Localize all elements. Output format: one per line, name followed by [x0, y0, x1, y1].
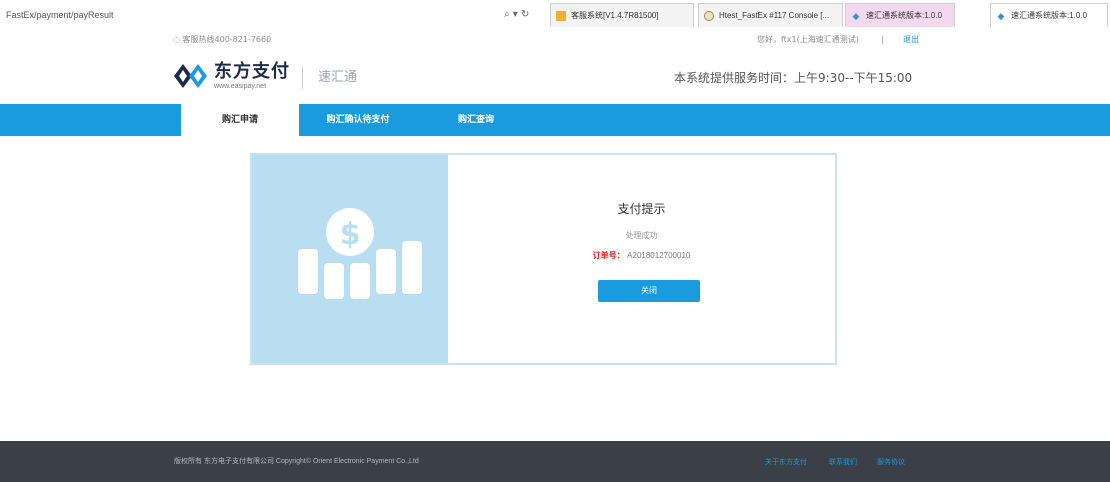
logo-text: 东方支付	[214, 61, 290, 82]
copyright-text: 版权所有 东方电子支付有限公司 Copyright© Orient Electr…	[174, 458, 419, 465]
order-number-row: 订单号： A2018012700010	[448, 250, 835, 262]
dollar-chart-icon: $	[298, 208, 422, 299]
logo-url: www.easipay.net	[214, 83, 267, 90]
utility-bar: ◌ 客服热线400-821-7660 您好，ftx1(上海速汇通测试) | 退出	[0, 30, 1110, 49]
browser-tab-kefu[interactable]: 客服系统[V1.4.7R81500]	[550, 3, 694, 27]
browser-tab-label: 速汇通系统版本:1.0.0	[1011, 11, 1088, 20]
card-title: 支付提示	[617, 202, 666, 216]
card-illustration-panel: $	[252, 155, 448, 363]
footer-link-terms[interactable]: 服务协议	[877, 456, 905, 468]
footer-link-about[interactable]: 关于东方支付	[765, 456, 807, 468]
eye-icon: ◆	[997, 11, 1005, 21]
folder-icon	[556, 11, 566, 21]
site-footer: 版权所有 东方电子支付有限公司 Copyright© Orient Electr…	[0, 441, 1110, 482]
hotline-text: ◌ 客服热线400-821-7660	[173, 35, 272, 44]
nav-tab-purchase-apply[interactable]: 购汇申请	[181, 104, 299, 136]
logout-link[interactable]: 退出	[903, 33, 919, 46]
browser-tab-label: Htest_FastEx #117 Console [...	[719, 11, 830, 20]
jenkins-icon	[704, 11, 714, 21]
order-number-value: A2018012700010	[627, 251, 691, 260]
user-greeting: 您好，ftx1(上海速汇通测试)	[757, 35, 859, 44]
main-nav: 购汇申请 购汇确认待支付 购汇查询	[0, 104, 1110, 136]
close-button[interactable]: 关闭	[598, 280, 700, 302]
order-number-label: 订单号：	[592, 251, 625, 260]
eye-icon: ◆	[852, 11, 860, 21]
site-header: 东方支付 www.easipay.net 速汇通 本系统提供服务时间：上午9:3…	[0, 49, 1110, 104]
card-content-panel: 支付提示 处理成功 订单号： A2018012700010 关闭	[448, 155, 835, 363]
status-text: 处理成功	[625, 231, 658, 240]
separator: |	[881, 35, 884, 44]
easipay-logo-icon[interactable]	[174, 62, 210, 90]
payment-result-card: $ 支付提示 处理成功 订单号： A2018012700010 关闭	[250, 153, 837, 365]
browser-chrome: FastEx/payment/payResult ⌕ ▾ ↻ 客服系统[V1.4…	[0, 0, 1110, 31]
footer-link-contact[interactable]: 联系我们	[829, 456, 857, 468]
browser-tab-label: 客服系统[V1.4.7R81500]	[571, 11, 659, 20]
nav-tab-purchase-confirm[interactable]: 购汇确认待支付	[299, 104, 417, 136]
browser-tab-shuihuitong-2[interactable]: ◆ 速汇通系统版本:1.0.0	[990, 3, 1108, 27]
logo-divider	[302, 67, 303, 89]
address-bar[interactable]: FastEx/payment/payResult	[0, 7, 566, 23]
nav-tab-purchase-query[interactable]: 购汇查询	[417, 104, 535, 136]
browser-tab-jenkins[interactable]: Htest_FastEx #117 Console [...	[698, 3, 843, 27]
svg-text:$: $	[340, 217, 361, 252]
service-time-notice: 本系统提供服务时间：上午9:30--下午15:00	[674, 71, 913, 85]
address-bar-controls[interactable]: ⌕ ▾ ↻	[504, 8, 548, 22]
browser-tab-shuihuitong-1[interactable]: ◆ 速汇通系统版本:1.0.0	[845, 3, 955, 27]
browser-tab-label: 速汇通系统版本:1.0.0	[866, 11, 943, 20]
product-name: 速汇通	[318, 70, 358, 85]
